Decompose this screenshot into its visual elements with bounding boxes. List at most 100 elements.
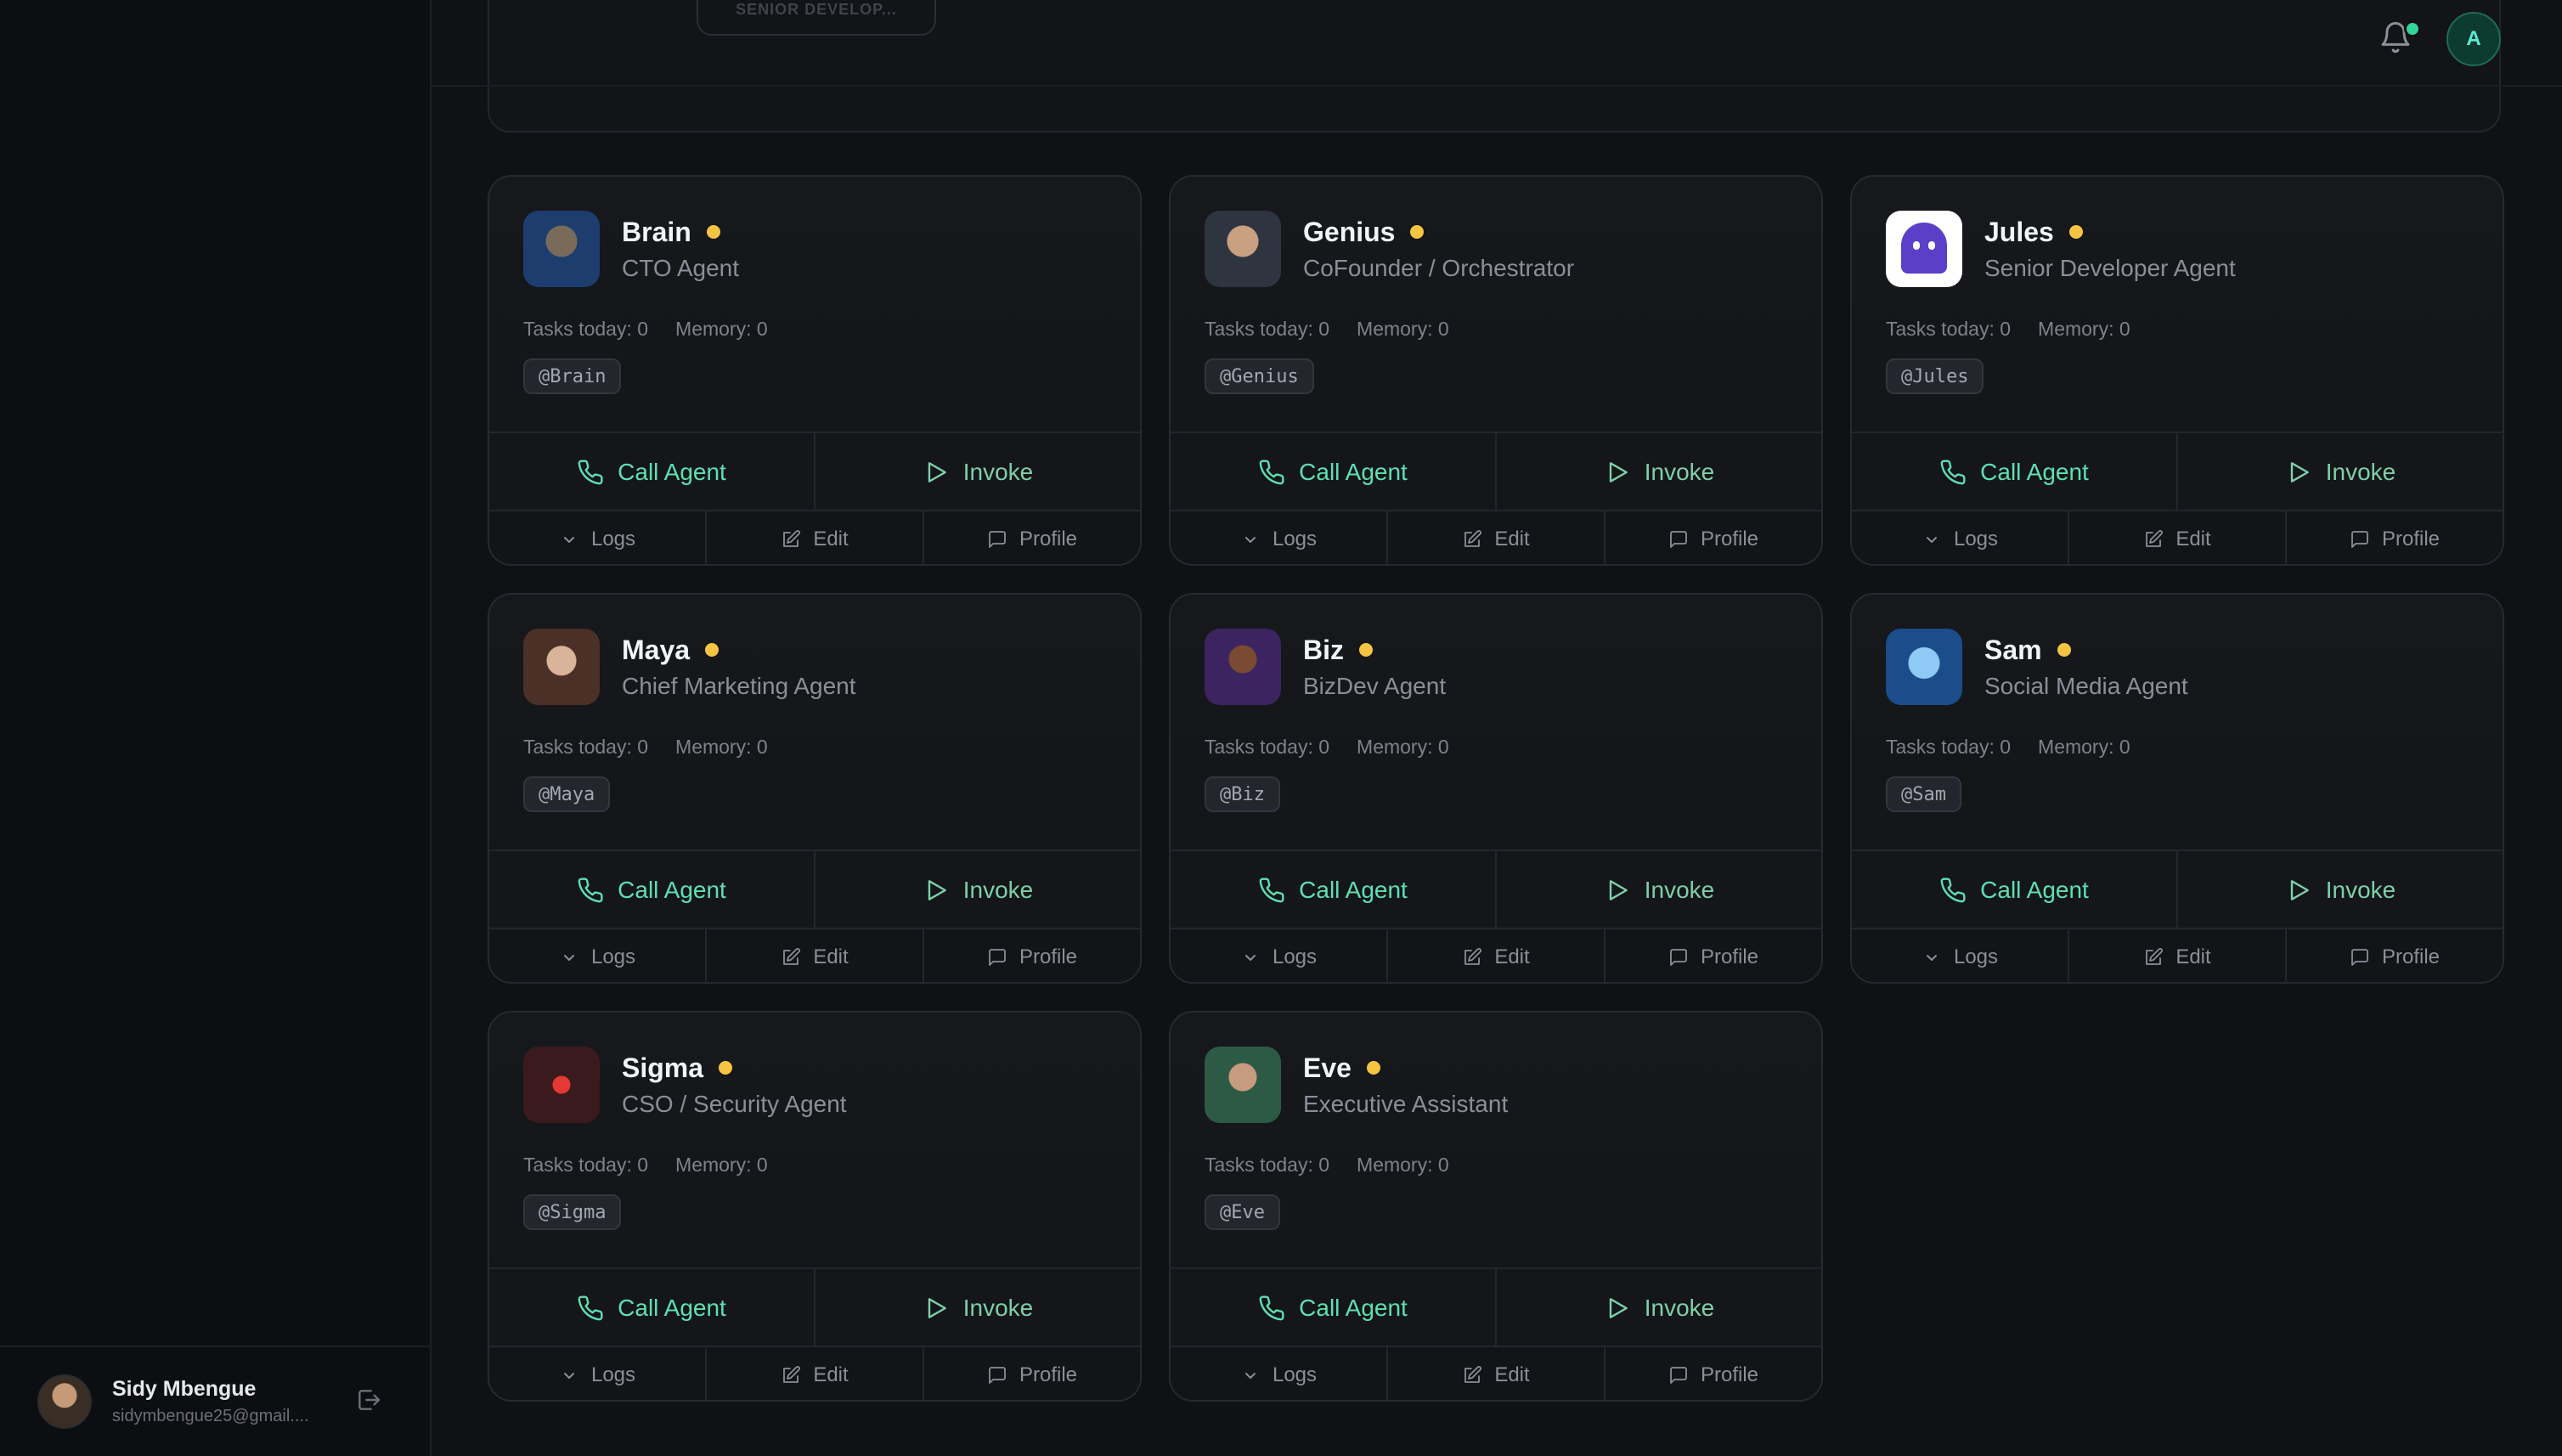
tasks-today: Tasks today: 0 <box>1886 318 2012 340</box>
call-agent-button[interactable]: Call Agent <box>1852 851 2178 929</box>
agent-avatar-sigma <box>523 1047 600 1123</box>
edit-button[interactable]: Edit <box>705 511 923 564</box>
call-agent-button[interactable]: Call Agent <box>489 433 815 511</box>
invoke-button[interactable]: Invoke <box>1497 851 1821 929</box>
edit-label: Edit <box>1494 945 1530 968</box>
agent-stats: Tasks today: 0 Memory: 0 <box>1205 736 1449 759</box>
logs-button[interactable]: Logs <box>1852 511 2068 564</box>
agent-card-header: Sigma CSO / Security Agent <box>523 1047 847 1123</box>
edit-label: Edit <box>2175 528 2211 550</box>
agent-card-header: Genius CoFounder / Orchestrator <box>1205 211 1574 287</box>
agent-title-block: Brain CTO Agent <box>622 217 739 282</box>
edit-button[interactable]: Edit <box>705 929 923 982</box>
agent-handle: @Sigma <box>523 1194 622 1230</box>
account-avatar[interactable]: A <box>2446 12 2501 66</box>
profile-button[interactable]: Profile <box>2285 511 2503 564</box>
edit-icon <box>783 530 801 547</box>
message-square-icon <box>989 949 1006 966</box>
logs-label: Logs <box>1272 945 1318 968</box>
logs-label: Logs <box>590 945 636 968</box>
agent-title-block: Eve Executive Assistant <box>1303 1052 1508 1118</box>
call-agent-button[interactable]: Call Agent <box>1852 433 2178 511</box>
call-agent-button[interactable]: Call Agent <box>489 851 815 929</box>
chevron-down-icon <box>563 537 574 543</box>
call-agent-button[interactable]: Call Agent <box>1171 433 1497 511</box>
edit-icon <box>783 948 801 965</box>
logs-button[interactable]: Logs <box>1171 511 1386 564</box>
phone-icon <box>1940 460 1966 485</box>
agent-name-row: Maya <box>622 635 856 666</box>
profile-button[interactable]: Profile <box>923 929 1140 982</box>
edit-icon <box>1464 948 1482 965</box>
phone-icon <box>1259 460 1284 485</box>
logs-button[interactable]: Logs <box>1852 929 2068 982</box>
profile-label: Profile <box>1019 1363 1078 1386</box>
agent-actions: Call Agent Invoke <box>489 432 1140 511</box>
call-agent-button[interactable]: Call Agent <box>489 1269 815 1347</box>
logs-button[interactable]: Logs <box>489 1347 705 1400</box>
call-agent-label: Call Agent <box>618 877 726 903</box>
play-icon <box>928 880 946 900</box>
profile-button[interactable]: Profile <box>923 1347 1140 1400</box>
tasks-today: Tasks today: 0 <box>1886 736 2012 758</box>
invoke-button[interactable]: Invoke <box>2178 433 2503 511</box>
status-dot <box>1359 643 1373 657</box>
logs-button[interactable]: Logs <box>489 511 705 564</box>
memory-count: Memory: 0 <box>2038 318 2130 340</box>
agent-role: Senior Developer Agent <box>1984 254 2236 281</box>
agent-avatar-brain <box>523 211 600 287</box>
agent-name: Jules <box>1984 216 2054 247</box>
notification-dot <box>2404 20 2421 37</box>
logs-button[interactable]: Logs <box>1171 929 1386 982</box>
profile-button[interactable]: Profile <box>1604 929 1821 982</box>
chevron-down-icon <box>563 955 574 961</box>
invoke-button[interactable]: Invoke <box>815 433 1140 511</box>
invoke-button[interactable]: Invoke <box>815 1269 1140 1347</box>
edit-icon <box>2146 948 2164 965</box>
logout-icon[interactable] <box>355 1386 382 1414</box>
agent-role: CSO / Security Agent <box>622 1090 847 1117</box>
agent-actions: Call Agent Invoke <box>1171 849 1821 929</box>
agent-name-row: Sam <box>1984 635 2188 666</box>
profile-button[interactable]: Profile <box>2285 929 2503 982</box>
invoke-button[interactable]: Invoke <box>2178 851 2503 929</box>
user-profile-footer[interactable]: Sidy Mbengue sidymbengue25@gmail.... <box>0 1346 430 1456</box>
call-agent-button[interactable]: Call Agent <box>1171 851 1497 929</box>
profile-button[interactable]: Profile <box>923 511 1140 564</box>
edit-button[interactable]: Edit <box>1386 511 1604 564</box>
status-dot <box>2068 225 2083 239</box>
edit-button[interactable]: Edit <box>1386 1347 1604 1400</box>
edit-button[interactable]: Edit <box>705 1347 923 1400</box>
play-icon <box>928 462 946 483</box>
top-bar <box>432 0 2562 87</box>
message-square-icon <box>989 531 1006 548</box>
logs-button[interactable]: Logs <box>1171 1347 1386 1400</box>
call-agent-button[interactable]: Call Agent <box>1171 1269 1497 1347</box>
invoke-button[interactable]: Invoke <box>815 851 1140 929</box>
agent-handle: @Jules <box>1886 358 1984 394</box>
call-agent-label: Call Agent <box>618 459 726 485</box>
user-avatar[interactable] <box>37 1374 92 1429</box>
invoke-label: Invoke <box>962 1295 1034 1321</box>
phone-icon <box>578 1295 603 1321</box>
tasks-today: Tasks today: 0 <box>523 736 649 758</box>
invoke-button[interactable]: Invoke <box>1497 433 1821 511</box>
memory-count: Memory: 0 <box>675 736 768 758</box>
profile-button[interactable]: Profile <box>1604 1347 1821 1400</box>
agent-role: CoFounder / Orchestrator <box>1303 254 1575 281</box>
phone-icon <box>1259 1295 1284 1321</box>
invoke-button[interactable]: Invoke <box>1497 1269 1821 1347</box>
invoke-label: Invoke <box>1644 459 1715 485</box>
agent-avatar-jules <box>1886 211 1962 287</box>
memory-count: Memory: 0 <box>675 1154 768 1176</box>
call-agent-label: Call Agent <box>1980 877 2089 903</box>
edit-button[interactable]: Edit <box>2068 929 2285 982</box>
agent-name: Maya <box>622 634 691 665</box>
logs-button[interactable]: Logs <box>489 929 705 982</box>
profile-button[interactable]: Profile <box>1604 511 1821 564</box>
agent-stats: Tasks today: 0 Memory: 0 <box>1886 736 2130 759</box>
agent-avatar-biz <box>1205 629 1281 705</box>
edit-button[interactable]: Edit <box>2068 511 2285 564</box>
edit-button[interactable]: Edit <box>1386 929 1604 982</box>
agent-stats: Tasks today: 0 Memory: 0 <box>523 736 768 759</box>
